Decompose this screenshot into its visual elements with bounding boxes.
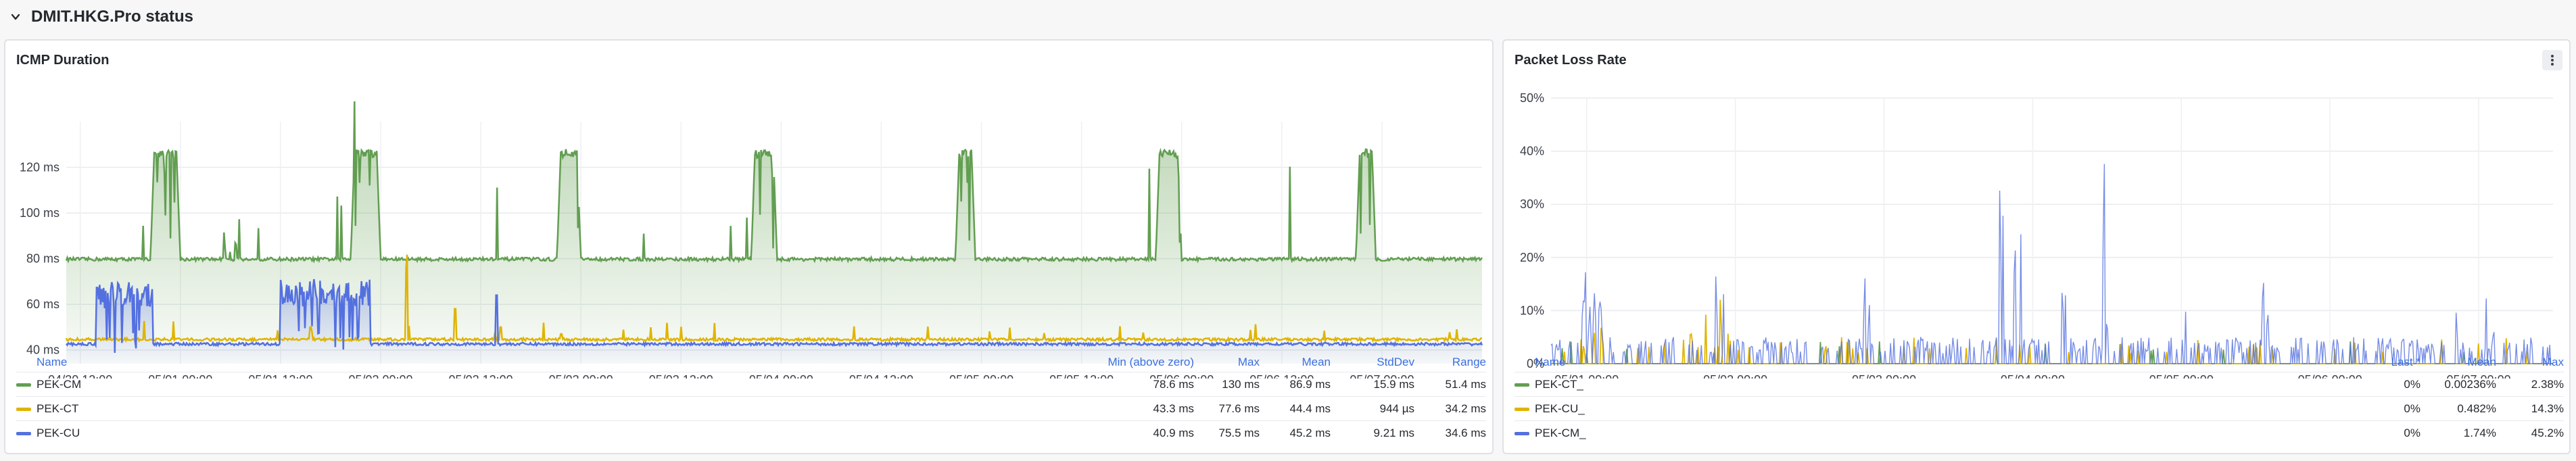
legend-header-last-[interactable]: Last * — [2391, 356, 2420, 369]
loss-legend-table: Name Last * Mean Max PEK-CT_ 0% 0.00236% 2.38% P… — [1514, 356, 2564, 457]
y-tick-label: 40 ms — [26, 343, 59, 357]
y-tick-label: 20% — [1520, 251, 1544, 264]
legend-series-name[interactable]: PEK-CM — [37, 378, 81, 391]
legend-series-name[interactable]: PEK-CT — [37, 402, 78, 416]
legend-row[interactable]: PEK-CT_ 0% 0.00236% 2.38% — [1514, 372, 2564, 395]
series-color-swatch[interactable] — [1514, 432, 1529, 435]
legend-value: 77.6 ms — [1218, 402, 1260, 415]
legend-header-max[interactable]: Max — [2542, 356, 2564, 369]
legend-series-name[interactable]: PEK-CU — [37, 427, 80, 440]
icmp-duration-panel: ICMP Duration 40 ms 60 ms 80 ms 100 ms 120 m… — [4, 39, 1494, 454]
series-color-swatch[interactable] — [16, 432, 31, 435]
packet-loss-panel: Packet Loss Rate 0%10%20%30%40%50%05/01 … — [1502, 39, 2571, 454]
legend-row[interactable]: PEK-CU_ 0% 0.482% 14.3% — [1514, 396, 2564, 420]
packet-loss-chart[interactable]: 0%10%20%30%40%50%05/01 00:0005/02 00:000… — [1504, 41, 2569, 379]
legend-row[interactable]: PEK-CT 43.3 ms 77.6 ms 44.4 ms 944 µs 34.2 ms — [16, 396, 1486, 420]
legend-series-name[interactable]: PEK-CT_ — [1535, 378, 1583, 391]
legend-value: 34.2 ms — [1445, 402, 1486, 415]
y-tick-label: 80 ms — [26, 252, 59, 266]
y-tick-label: 10% — [1520, 304, 1544, 317]
1-grid — [1551, 97, 2553, 364]
legend-header-max[interactable]: Max — [1238, 356, 1260, 369]
legend-header-mean[interactable]: Mean — [2467, 356, 2496, 369]
y-tick-label: 100 ms — [20, 206, 59, 220]
legend-series-name[interactable]: PEK-CU_ — [1535, 402, 1585, 416]
series-color-swatch[interactable] — [1514, 408, 1529, 411]
legend-value: 0.482% — [2457, 402, 2496, 415]
legend-value: 2.38% — [2531, 378, 2564, 391]
y-tick-label: 120 ms — [20, 161, 59, 174]
legend-value: 51.4 ms — [1445, 378, 1486, 391]
legend-value: 44.4 ms — [1289, 402, 1331, 415]
icmp-duration-chart[interactable]: 40 ms60 ms80 ms100 ms120 ms04/30 12:0005… — [5, 41, 1492, 379]
legend-header-name[interactable]: Name — [1535, 356, 1565, 369]
legend-header-range[interactable]: Range — [1452, 356, 1486, 369]
legend-header-mean[interactable]: Mean — [1302, 356, 1331, 369]
legend-series-name[interactable]: PEK-CM_ — [1535, 427, 1586, 440]
legend-value: 1.74% — [2463, 427, 2496, 439]
legend-value: 0.00236% — [2444, 378, 2496, 391]
legend-value: 0% — [2404, 402, 2420, 415]
dashboard-row-header[interactable]: DMIT.HKG.Pro status — [0, 0, 2576, 34]
legend-value: 45.2% — [2531, 427, 2564, 439]
y-tick-label: 40% — [1520, 145, 1544, 158]
legend-value: 0% — [2404, 378, 2420, 391]
legend-row[interactable]: PEK-CM_ 0% 1.74% 45.2% — [1514, 420, 2564, 444]
series-color-swatch[interactable] — [16, 383, 31, 387]
y-tick-label: 60 ms — [26, 297, 59, 311]
legend-value: 130 ms — [1222, 378, 1260, 391]
legend-value: 43.3 ms — [1153, 402, 1194, 415]
legend-value: 944 µs — [1379, 402, 1414, 415]
legend-value: 15.9 ms — [1373, 378, 1414, 391]
legend-value: 86.9 ms — [1289, 378, 1331, 391]
legend-value: 40.9 ms — [1153, 427, 1194, 439]
legend-row[interactable]: PEK-CM 78.6 ms 130 ms 86.9 ms 15.9 ms 51.4 ms — [16, 372, 1486, 395]
legend-value: 9.21 ms — [1373, 427, 1414, 439]
chevron-down-icon[interactable] — [9, 11, 22, 23]
series-color-swatch[interactable] — [16, 408, 31, 411]
row-title[interactable]: DMIT.HKG.Pro status — [31, 7, 193, 26]
pek-cm-line[interactable] — [1550, 164, 2553, 364]
legend-value: 78.6 ms — [1153, 378, 1194, 391]
legend-value: 75.5 ms — [1218, 427, 1260, 439]
legend-header-stddev[interactable]: StdDev — [1377, 356, 1414, 369]
legend-value: 45.2 ms — [1289, 427, 1331, 439]
series-color-swatch[interactable] — [1514, 383, 1529, 387]
legend-value: 14.3% — [2531, 402, 2564, 415]
legend-header-name[interactable]: Name — [37, 356, 67, 369]
icmp-legend-table: Name Min (above zero) Max Mean StdDev Range PE… — [16, 356, 1486, 457]
legend-header-min-above-zero-[interactable]: Min (above zero) — [1107, 356, 1194, 369]
legend-value: 0% — [2404, 427, 2420, 439]
legend-value: 34.6 ms — [1445, 427, 1486, 439]
pek-cu-line[interactable] — [1551, 299, 2553, 364]
y-tick-label: 30% — [1520, 197, 1544, 211]
y-tick-label: 50% — [1520, 91, 1544, 105]
legend-row[interactable]: PEK-CU 40.9 ms 75.5 ms 45.2 ms 9.21 ms 34.6 m… — [16, 420, 1486, 444]
